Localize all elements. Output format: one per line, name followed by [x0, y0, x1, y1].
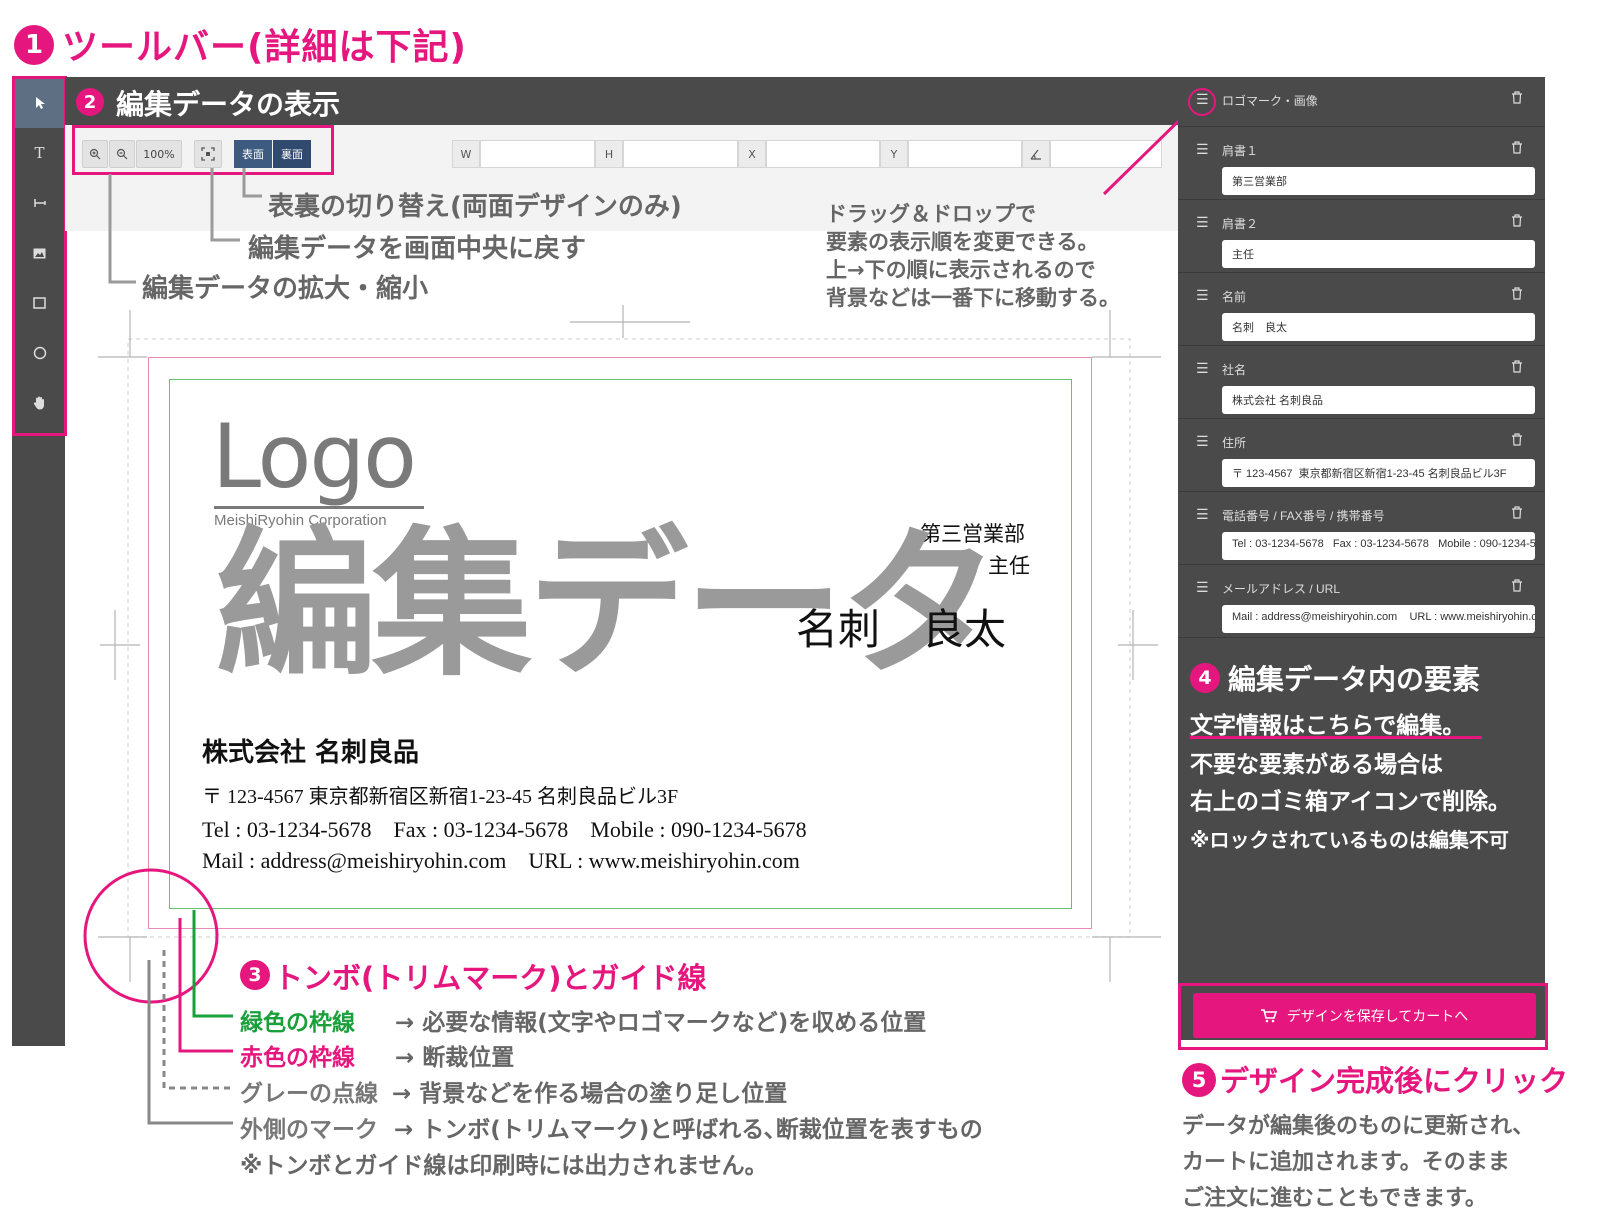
panel-text-input[interactable]: Mail : address@meishiryohin.com URL : ww… — [1222, 605, 1535, 633]
panel-row-title2[interactable]: ☰ 肩書２ 主任 — [1178, 200, 1545, 273]
panel-row-label: 社名 — [1222, 363, 1247, 377]
panel-info-title: 編集データ内の要素 — [1228, 663, 1481, 696]
trash-icon[interactable] — [1511, 431, 1523, 450]
footer-line-1: データが編集後のものに更新され、 — [1182, 1114, 1535, 1139]
panel-info-note: ※ロックされているものは編集不可 — [1190, 828, 1509, 852]
trash-icon[interactable] — [1511, 212, 1523, 231]
panel-row-title1[interactable]: ☰ 肩書１ 第三営業部 — [1178, 127, 1545, 200]
trash-icon[interactable] — [1511, 577, 1523, 596]
drag-handle-icon[interactable]: ☰ — [1196, 580, 1209, 596]
legend-red-label: 赤色の枠線 — [240, 1045, 355, 1071]
panel-text-input[interactable]: 〒 123-4567 東京都新宿区新宿1-23-45 名刺良品ビル3F — [1222, 459, 1535, 487]
footer-title: デザイン完成後にクリック — [1220, 1064, 1569, 1098]
drag-handle-icon[interactable]: ☰ — [1196, 215, 1209, 231]
drag-handle-icon[interactable]: ☰ — [1196, 288, 1209, 304]
callout-number-3: 3 — [240, 960, 270, 990]
panel-info-line-2: 不要な要素がある場合は — [1190, 752, 1443, 778]
panel-row-phones[interactable]: ☰ 電話番号 / FAX番号 / 携帯番号 Tel : 03-1234-5678… — [1178, 492, 1545, 565]
panel-text-input[interactable]: 名刺 良太 — [1222, 313, 1535, 341]
trash-icon[interactable] — [1511, 285, 1523, 304]
legend-gray-label: グレーの点線 — [240, 1081, 378, 1107]
panel-text-input[interactable]: Tel : 03-1234-5678 Fax : 03-1234-5678 Mo… — [1222, 532, 1535, 560]
panel-row-label: ロゴマーク・画像 — [1222, 94, 1318, 108]
drag-handle-icon[interactable]: ☰ — [1196, 434, 1209, 450]
drag-handle-icon[interactable]: ☰ — [1196, 361, 1209, 377]
trash-icon[interactable] — [1511, 89, 1523, 108]
panel-row-label: 電話番号 / FAX番号 / 携帯番号 — [1222, 509, 1385, 523]
panel-row-label: 住所 — [1222, 436, 1247, 450]
panel-row-address[interactable]: ☰ 住所 〒 123-4567 東京都新宿区新宿1-23-45 名刺良品ビル3F — [1178, 419, 1545, 492]
legend-red-desc: → 断裁位置 — [395, 1045, 515, 1071]
panel-row-company[interactable]: ☰ 社名 株式会社 名刺良品 — [1178, 346, 1545, 419]
legend-outer-desc: → トンボ(トリムマーク)と呼ばれる､断裁位置を表すもの — [394, 1117, 983, 1143]
callout-number-4: 4 — [1190, 663, 1220, 693]
panel-info-line-3: 右上のゴミ箱アイコンで削除。 — [1190, 789, 1511, 815]
trash-icon[interactable] — [1511, 504, 1523, 523]
callout-number-5: 5 — [1182, 1063, 1216, 1097]
footer-line-3: ご注文に進むこともできます。 — [1182, 1186, 1487, 1211]
panel-text-input[interactable]: 株式会社 名刺良品 — [1222, 386, 1535, 414]
legend-gray-desc: → 背景などを作る場合の塗り足し位置 — [392, 1081, 788, 1107]
panel-row-label: 肩書２ — [1222, 217, 1259, 231]
panel-text-input[interactable]: 主任 — [1222, 240, 1535, 268]
drag-handle-highlight — [1188, 88, 1216, 116]
footer-line-2: カートに追加されます。そのまま — [1182, 1150, 1510, 1175]
trash-icon[interactable] — [1511, 139, 1523, 158]
drag-handle-icon[interactable]: ☰ — [1196, 507, 1209, 523]
save-button-highlight-frame — [1178, 983, 1548, 1050]
panel-text-input[interactable]: 第三営業部 — [1222, 167, 1535, 195]
panel-info-underline — [1190, 736, 1482, 739]
panel-row-label: 名前 — [1222, 290, 1247, 304]
panel-row-name[interactable]: ☰ 名前 名刺 良太 — [1178, 273, 1545, 346]
trash-icon[interactable] — [1511, 358, 1523, 377]
drag-handle-icon[interactable]: ☰ — [1196, 142, 1209, 158]
panel-row-label: メールアドレス / URL — [1222, 582, 1341, 596]
legend-green-desc: → 必要な情報(文字やロゴマークなど)を収める位置 — [395, 1010, 927, 1036]
legend-note: ※トンボとガイド線は印刷時には出力されません。 — [240, 1153, 768, 1179]
panel-row-label: 肩書１ — [1222, 144, 1259, 158]
legend-outer-label: 外側のマーク — [240, 1117, 378, 1143]
legend-green-label: 緑色の枠線 — [240, 1010, 355, 1036]
panel-row-logo[interactable]: ☰ ロゴマーク・画像 — [1178, 77, 1545, 127]
panel-row-mail[interactable]: ☰ メールアドレス / URL Mail : address@meishiryo… — [1178, 565, 1545, 638]
panel-info-line-1: 文字情報はこちらで編集。 — [1190, 713, 1466, 739]
legend-title: トンボ(トリムマーク)とガイド線 — [274, 961, 707, 995]
